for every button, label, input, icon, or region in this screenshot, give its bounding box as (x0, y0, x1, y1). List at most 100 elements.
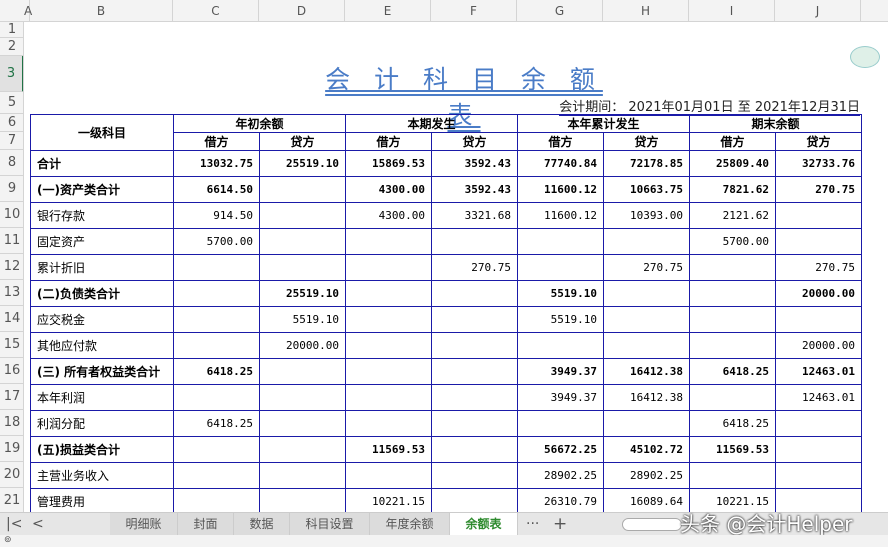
row-header[interactable]: 10 (0, 202, 23, 228)
credit-cell[interactable] (259, 436, 346, 463)
credit-cell[interactable] (259, 358, 346, 385)
credit-cell[interactable] (259, 202, 346, 229)
debit-cell[interactable]: 11600.12 (517, 176, 604, 203)
credit-cell[interactable]: 45102.72 (603, 436, 690, 463)
account-name[interactable]: (三) 所有者权益类合计 (30, 358, 174, 385)
credit-cell[interactable]: 32733.76 (775, 150, 862, 177)
credit-cell[interactable] (603, 410, 690, 437)
row-header[interactable]: 12 (0, 254, 23, 280)
sheet-tab[interactable]: 明细账 (110, 513, 178, 536)
credit-cell[interactable] (259, 254, 346, 281)
column-header[interactable]: G (517, 0, 603, 22)
credit-cell[interactable] (603, 280, 690, 307)
debit-cell[interactable]: 25809.40 (689, 150, 776, 177)
credit-cell[interactable]: 16412.38 (603, 384, 690, 411)
debit-cell[interactable]: 11569.53 (345, 436, 432, 463)
credit-cell[interactable] (775, 228, 862, 255)
debit-cell[interactable] (173, 436, 260, 463)
credit-cell[interactable] (603, 332, 690, 359)
credit-cell[interactable] (259, 462, 346, 489)
debit-cell[interactable]: 3949.37 (517, 358, 604, 385)
account-name[interactable]: (一)资产类合计 (30, 176, 174, 203)
debit-cell[interactable] (345, 306, 432, 333)
account-name[interactable]: 固定资产 (30, 228, 174, 255)
debit-cell[interactable]: 6614.50 (173, 176, 260, 203)
debit-cell[interactable] (689, 332, 776, 359)
account-name[interactable]: 管理费用 (30, 488, 174, 512)
credit-cell[interactable]: 3592.43 (431, 150, 518, 177)
row-header[interactable]: 7 (0, 132, 23, 150)
debit-cell[interactable]: 6418.25 (689, 358, 776, 385)
debit-cell[interactable] (689, 306, 776, 333)
row-header[interactable]: 5 (0, 92, 23, 114)
debit-cell[interactable]: 56672.25 (517, 436, 604, 463)
debit-cell[interactable] (689, 280, 776, 307)
column-header[interactable]: H (603, 0, 689, 22)
debit-cell[interactable] (173, 488, 260, 512)
credit-cell[interactable] (775, 202, 862, 229)
debit-cell[interactable] (173, 462, 260, 489)
credit-cell[interactable] (259, 384, 346, 411)
credit-cell[interactable]: 25519.10 (259, 280, 346, 307)
credit-cell[interactable]: 25519.10 (259, 150, 346, 177)
debit-cell[interactable] (517, 410, 604, 437)
row-header[interactable]: 21 (0, 488, 23, 512)
credit-cell[interactable] (431, 410, 518, 437)
sheet-tab[interactable]: 科目设置 (290, 513, 370, 536)
debit-cell[interactable]: 5519.10 (517, 306, 604, 333)
debit-cell[interactable]: 28902.25 (517, 462, 604, 489)
credit-cell[interactable]: 10663.75 (603, 176, 690, 203)
credit-cell[interactable]: 28902.25 (603, 462, 690, 489)
add-sheet-button[interactable]: + (553, 513, 567, 536)
debit-cell[interactable] (173, 384, 260, 411)
debit-cell[interactable] (689, 254, 776, 281)
debit-cell[interactable]: 10221.15 (345, 488, 432, 512)
credit-cell[interactable] (603, 228, 690, 255)
debit-cell[interactable]: 11569.53 (689, 436, 776, 463)
debit-cell[interactable] (345, 358, 432, 385)
debit-cell[interactable]: 4300.00 (345, 176, 432, 203)
worksheet[interactable]: 会 计 科 目 余 额 表 会计期间： 2021年01月01日 至 2021年1… (24, 22, 888, 512)
debit-cell[interactable] (689, 462, 776, 489)
more-sheets-button[interactable]: ··· (526, 513, 539, 536)
debit-cell[interactable]: 7821.62 (689, 176, 776, 203)
credit-cell[interactable]: 12463.01 (775, 358, 862, 385)
row-header[interactable]: 15 (0, 332, 23, 358)
debit-cell[interactable]: 13032.75 (173, 150, 260, 177)
debit-cell[interactable] (173, 280, 260, 307)
credit-cell[interactable] (431, 462, 518, 489)
row-header[interactable]: 1 (0, 22, 23, 38)
row-header[interactable]: 8 (0, 150, 23, 176)
debit-cell[interactable] (517, 228, 604, 255)
row-header[interactable]: 2 (0, 38, 23, 56)
account-name[interactable]: 主营业务收入 (30, 462, 174, 489)
credit-cell[interactable]: 10393.00 (603, 202, 690, 229)
credit-cell[interactable]: 20000.00 (259, 332, 346, 359)
debit-cell[interactable] (173, 306, 260, 333)
debit-cell[interactable] (345, 462, 432, 489)
credit-cell[interactable]: 5519.10 (259, 306, 346, 333)
row-header[interactable]: 6 (0, 114, 23, 132)
credit-cell[interactable] (259, 176, 346, 203)
credit-cell[interactable]: 12463.01 (775, 384, 862, 411)
debit-cell[interactable]: 914.50 (173, 202, 260, 229)
sheet-tab[interactable]: 封面 (178, 513, 234, 536)
credit-cell[interactable] (259, 228, 346, 255)
debit-cell[interactable]: 6418.25 (689, 410, 776, 437)
credit-cell[interactable]: 270.75 (775, 176, 862, 203)
credit-cell[interactable] (259, 488, 346, 512)
debit-cell[interactable]: 5700.00 (173, 228, 260, 255)
column-header[interactable]: D (259, 0, 345, 22)
credit-cell[interactable]: 3321.68 (431, 202, 518, 229)
credit-cell[interactable]: 270.75 (603, 254, 690, 281)
prev-sheet-icon[interactable]: < (32, 513, 44, 536)
row-header[interactable]: 16 (0, 358, 23, 384)
account-name[interactable]: 利润分配 (30, 410, 174, 437)
credit-cell[interactable]: 3592.43 (431, 176, 518, 203)
first-sheet-icon[interactable]: |< (6, 513, 22, 536)
credit-cell[interactable]: 270.75 (775, 254, 862, 281)
debit-cell[interactable]: 5519.10 (517, 280, 604, 307)
credit-cell[interactable] (431, 436, 518, 463)
row-header[interactable]: 17 (0, 384, 23, 410)
debit-cell[interactable]: 15869.53 (345, 150, 432, 177)
